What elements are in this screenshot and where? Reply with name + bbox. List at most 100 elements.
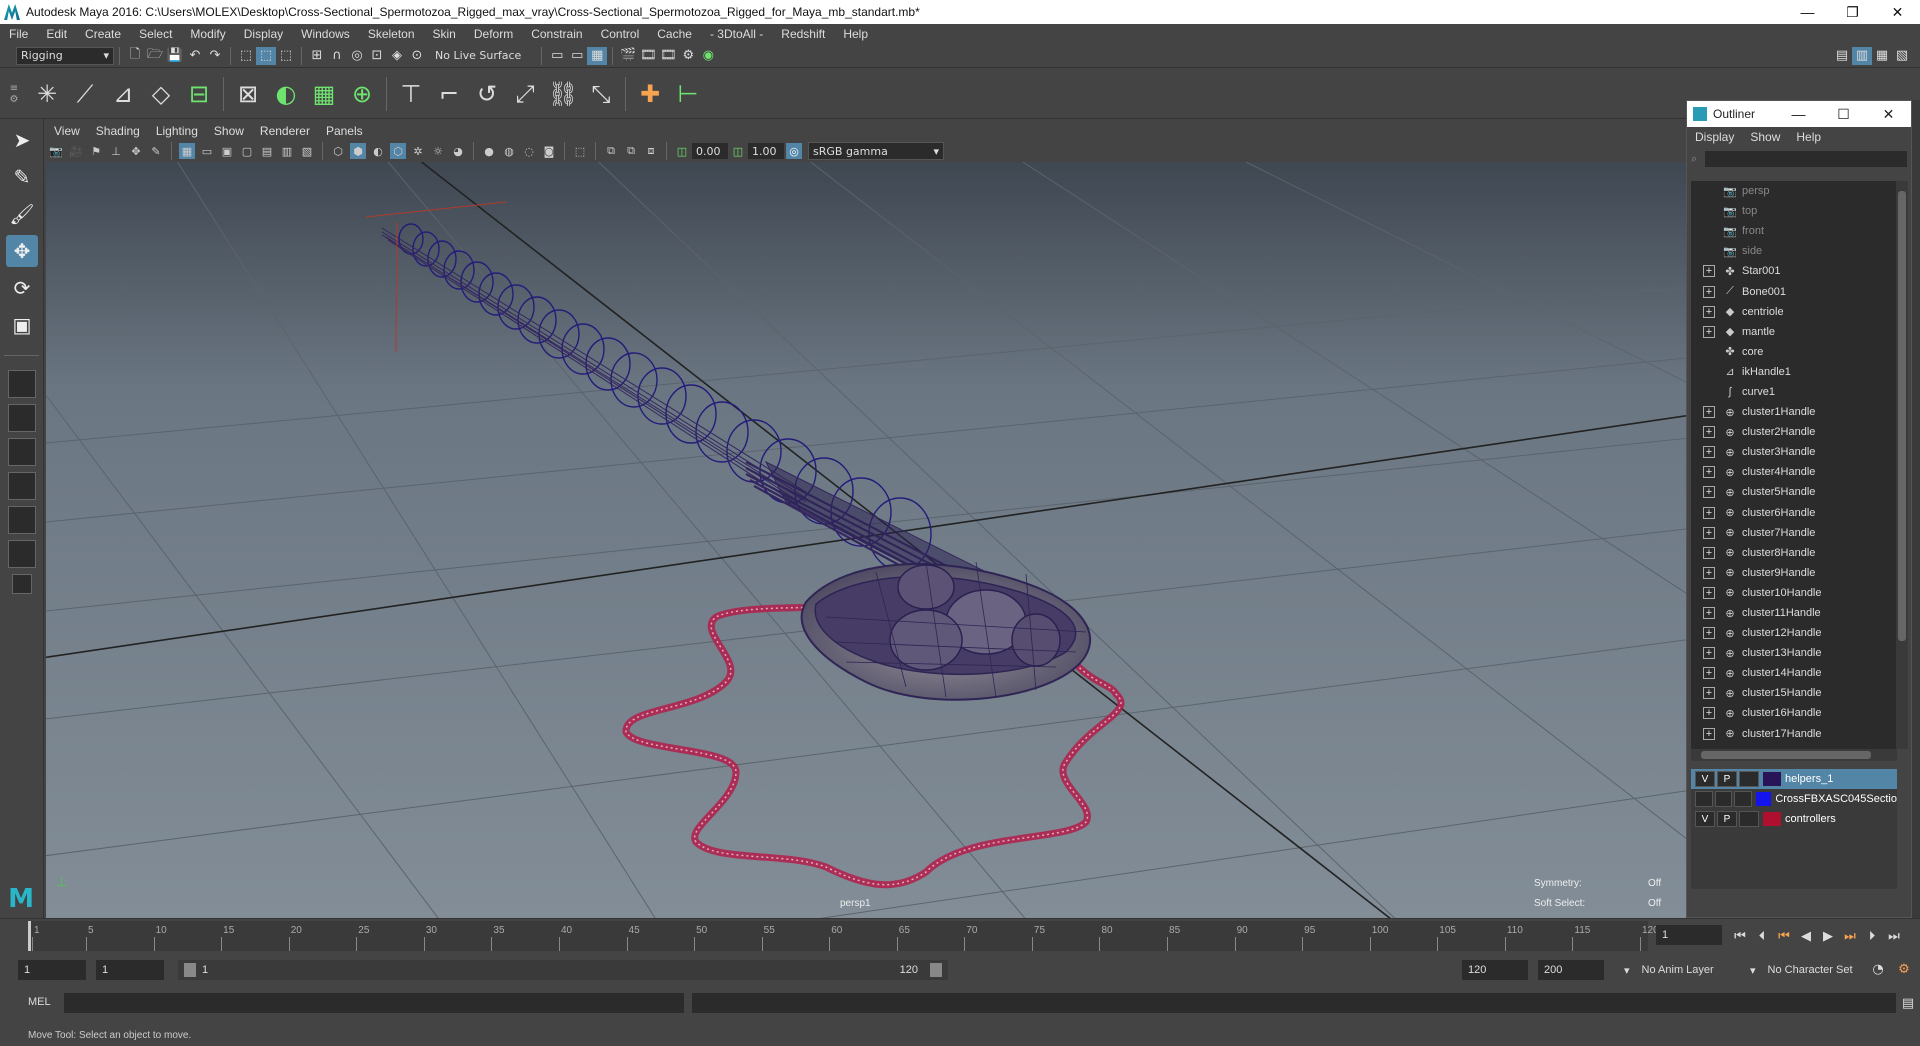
textured-icon[interactable]: ✲: [410, 143, 426, 159]
scale-tool-icon[interactable]: ▣: [6, 309, 38, 341]
paint-weights-icon[interactable]: ◐: [269, 77, 303, 111]
layer-color-swatch[interactable]: [1763, 772, 1781, 786]
outliner-item[interactable]: + ⊕ cluster2Handle: [1691, 422, 1897, 442]
filter-icon[interactable]: ⌕: [1691, 152, 1697, 166]
outliner-item[interactable]: + ◆ mantle: [1691, 322, 1897, 342]
minimize-button[interactable]: —: [1785, 0, 1830, 24]
shadows-icon[interactable]: ◕: [450, 143, 466, 159]
expand-icon[interactable]: +: [1703, 607, 1715, 620]
layer-visibility-toggle[interactable]: V: [1695, 811, 1715, 827]
expand-icon[interactable]: +: [1703, 526, 1715, 539]
use-all-lights-icon[interactable]: ☼: [430, 143, 446, 159]
outliner-item[interactable]: ⊿ ikHandle1: [1691, 362, 1897, 382]
outliner-item[interactable]: + ⊕ cluster5Handle: [1691, 482, 1897, 502]
go-to-start-icon[interactable]: ⏮: [1730, 927, 1750, 945]
menu-constrain[interactable]: Constrain: [522, 27, 591, 41]
move-tool-icon[interactable]: ✥: [6, 235, 38, 267]
outliner-menu-help[interactable]: Help: [1788, 130, 1829, 144]
current-time-indicator[interactable]: [28, 921, 31, 951]
construction-history-icon[interactable]: ▦: [587, 46, 608, 65]
exposure-icon[interactable]: ◫: [674, 143, 690, 159]
xray-active-icon[interactable]: ⧉: [623, 143, 639, 159]
command-input[interactable]: [64, 993, 684, 1013]
menu-skin[interactable]: Skin: [424, 27, 465, 41]
orient-joint-icon[interactable]: ⊟: [182, 77, 216, 111]
motion-blur-icon[interactable]: ◍: [501, 143, 517, 159]
outliner-title-bar[interactable]: Outliner — ☐ ✕: [1687, 101, 1911, 127]
expand-icon[interactable]: +: [1703, 426, 1715, 439]
playback-end-field[interactable]: 120: [1462, 960, 1528, 980]
outliner-item[interactable]: + ⊕ cluster9Handle: [1691, 563, 1897, 583]
menu-display[interactable]: Display: [235, 27, 292, 41]
rotate-tool-icon[interactable]: ⟳: [6, 272, 38, 304]
camera-attributes-icon[interactable]: 🎥: [68, 143, 84, 159]
expand-icon[interactable]: +: [1703, 647, 1715, 660]
select-tool-icon[interactable]: ➤: [6, 124, 38, 156]
outliner-item[interactable]: 📷 front: [1691, 221, 1897, 241]
start-time-field[interactable]: 1: [18, 960, 86, 980]
expand-icon[interactable]: +: [1703, 406, 1715, 419]
step-forward-key-icon[interactable]: ⏭: [1840, 927, 1860, 945]
persp-graph-layout-icon[interactable]: [8, 472, 36, 500]
expand-icon[interactable]: +: [1703, 566, 1715, 579]
snap-view-icon[interactable]: ⊡: [367, 47, 387, 65]
layer-visibility-toggle[interactable]: V: [1695, 771, 1715, 787]
menu-modify[interactable]: Modify: [181, 27, 234, 41]
expand-icon[interactable]: +: [1703, 707, 1715, 720]
render-view-icon[interactable]: 🎬: [618, 47, 638, 65]
scale-constraint-icon[interactable]: ⤢: [508, 77, 542, 111]
safe-action-icon[interactable]: ▥: [279, 143, 295, 159]
outliner-item[interactable]: + ✤ Star001: [1691, 261, 1897, 281]
animation-preferences-icon[interactable]: ⚙: [1894, 960, 1914, 978]
step-forward-frame-icon[interactable]: ⏵: [1862, 927, 1882, 945]
orient-constraint-icon[interactable]: ↺: [470, 77, 504, 111]
bind-skin-icon[interactable]: ⊠: [231, 77, 265, 111]
expand-icon[interactable]: +: [1703, 486, 1715, 499]
menu-cache[interactable]: Cache: [648, 27, 701, 41]
menu-create[interactable]: Create: [76, 27, 130, 41]
select-camera-icon[interactable]: 📷: [48, 143, 64, 159]
safe-title-icon[interactable]: ▧: [299, 143, 315, 159]
view-transform-dropdown[interactable]: sRGB gamma ▾: [808, 142, 944, 160]
workspace-icon[interactable]: ▤: [1832, 47, 1852, 65]
outliner-item[interactable]: + ◆ centriole: [1691, 302, 1897, 322]
lasso-tool-icon[interactable]: ✎: [6, 161, 38, 193]
parent-constraint-icon[interactable]: ⛓: [546, 77, 580, 111]
use-default-material-icon[interactable]: ◐: [370, 143, 386, 159]
gamma-icon[interactable]: ◫: [730, 143, 746, 159]
field-chart-icon[interactable]: ▤: [259, 143, 275, 159]
isolate-select-icon[interactable]: ⬚: [572, 143, 588, 159]
channel-box-toggle-icon[interactable]: ▧: [1892, 47, 1912, 65]
layer-playback-toggle[interactable]: P: [1717, 811, 1737, 827]
outliner-item[interactable]: + ⊕ cluster10Handle: [1691, 583, 1897, 603]
output-ops-icon[interactable]: ▭: [567, 47, 587, 65]
layer-display-type-toggle[interactable]: [1734, 791, 1752, 807]
bookmark-icon[interactable]: ⚑: [88, 143, 104, 159]
wireframe-on-shaded-icon[interactable]: ⬡: [390, 143, 406, 159]
menu-deform[interactable]: Deform: [465, 27, 522, 41]
redo-icon[interactable]: ↷: [205, 47, 225, 65]
two-d-pan-icon[interactable]: ✥: [128, 143, 144, 159]
command-language-label[interactable]: MEL: [28, 996, 51, 1008]
step-back-key-icon[interactable]: ⏮: [1774, 927, 1794, 945]
go-to-end-icon[interactable]: ⏭: [1884, 927, 1904, 945]
menu-set-dropdown[interactable]: Rigging ▾: [16, 46, 114, 65]
expand-icon[interactable]: +: [1703, 265, 1715, 278]
perspective-viewport[interactable]: ⊥ persp1 Symmetry: Off Soft Select: Off: [46, 162, 1686, 918]
menu-3dtoall[interactable]: - 3DtoAll -: [701, 27, 772, 41]
layer-color-swatch[interactable]: [1755, 792, 1772, 806]
four-view-layout-icon[interactable]: [8, 404, 36, 432]
expand-icon[interactable]: +: [1703, 506, 1715, 519]
outliner-item[interactable]: 📷 top: [1691, 201, 1897, 221]
ipr-render-icon[interactable]: 🎞: [658, 47, 678, 65]
expand-icon[interactable]: +: [1703, 466, 1715, 479]
range-slider[interactable]: 1 120: [178, 960, 948, 980]
menu-redshift[interactable]: Redshift: [772, 27, 834, 41]
layer-display-type-toggle[interactable]: [1739, 771, 1759, 787]
range-start-handle[interactable]: [184, 963, 196, 977]
layer-color-swatch[interactable]: [1763, 812, 1781, 826]
outliner-item[interactable]: + ⊕ cluster12Handle: [1691, 623, 1897, 643]
menu-skeleton[interactable]: Skeleton: [359, 27, 424, 41]
set-driven-key-icon[interactable]: ⊢: [671, 77, 705, 111]
more-layouts-icon[interactable]: [12, 574, 32, 594]
